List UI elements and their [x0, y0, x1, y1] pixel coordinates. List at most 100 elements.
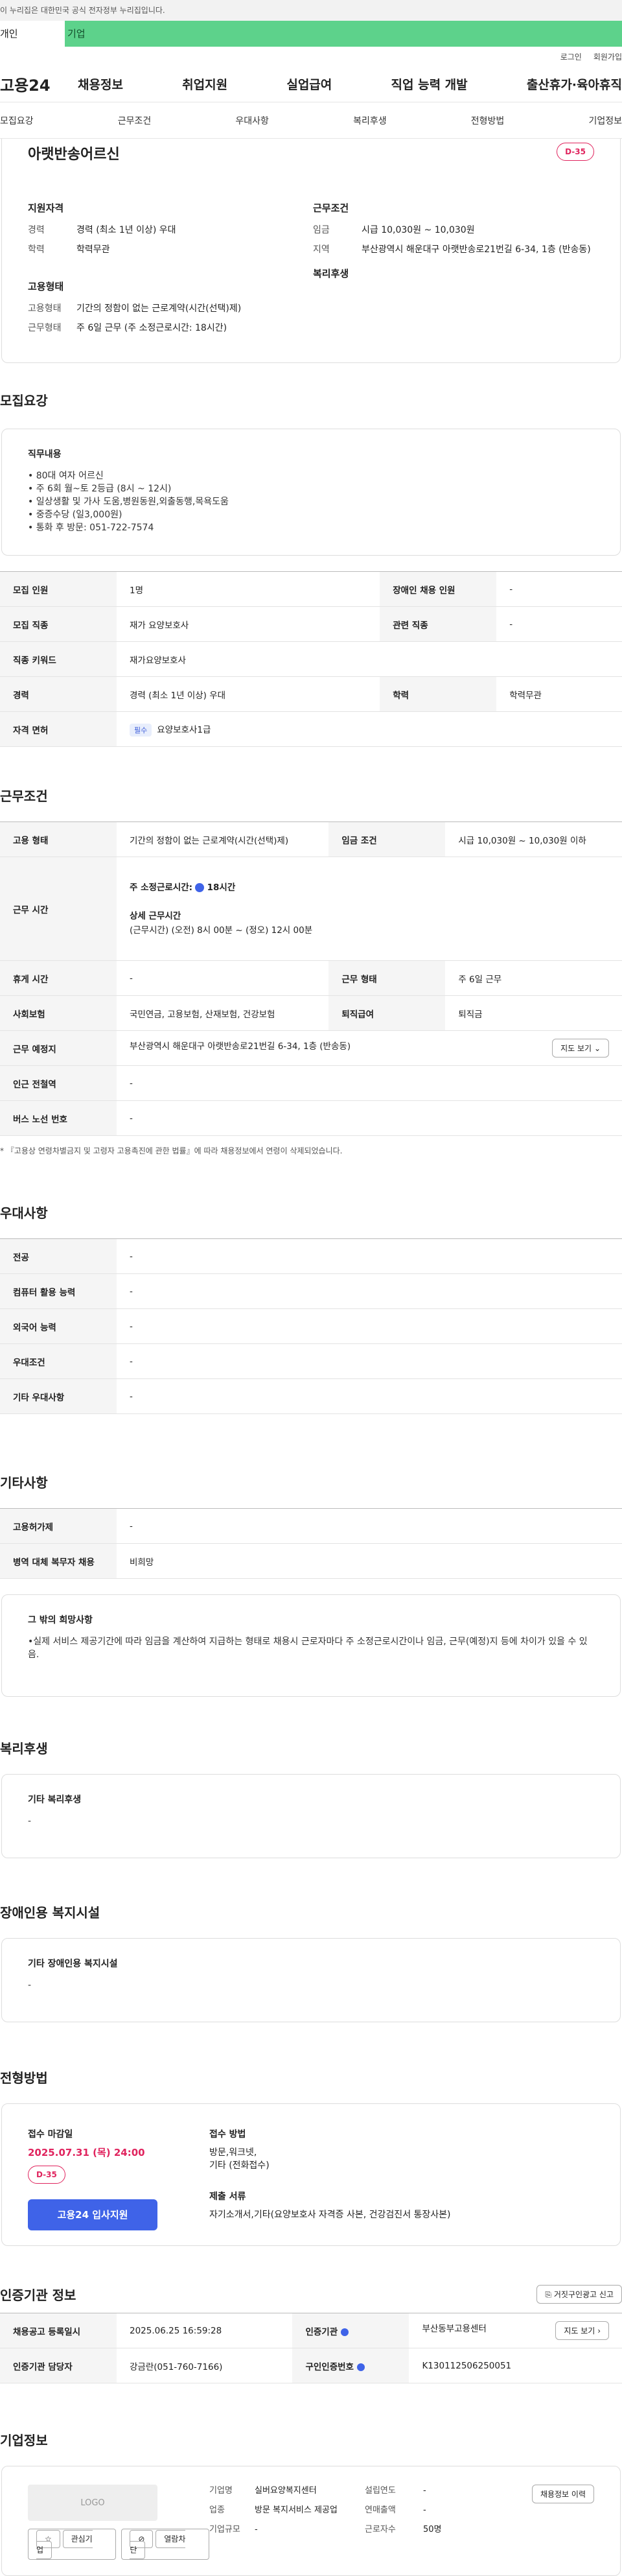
- tab-conditions[interactable]: 근무조건: [118, 114, 152, 127]
- deadline-section: 접수 마감일 2025.07.31 (목) 24:00 D-35 고용24 입사…: [28, 2127, 209, 2230]
- info-icon[interactable]: [195, 882, 205, 892]
- login-link[interactable]: 로그인: [560, 51, 582, 62]
- cell-label: 컴퓨터 활용 능력: [0, 1273, 117, 1309]
- block-view-button[interactable]: ⊘ 열람차단: [121, 2529, 209, 2560]
- welfare-title: 복리후생: [313, 268, 349, 279]
- cell-label: 기타 우대사항: [0, 1378, 117, 1414]
- report-button[interactable]: ⎘ 거짓구인광고 신고: [536, 2285, 622, 2304]
- company-fields-1: 기업명 실버요양복지센터 업종 방문 복지서비스 제공업 기업규모 -: [209, 2485, 365, 2557]
- field-label: 기업규모: [209, 2525, 240, 2535]
- docs-title: 제출 서류: [209, 2192, 246, 2202]
- required-tag: 필수: [130, 723, 152, 737]
- table-row: 경력 경력 (최소 1년 이상) 우대 학력 학력무관: [0, 676, 622, 712]
- cell-label: 인근 전철역: [0, 1065, 117, 1101]
- info-icon[interactable]: [356, 2363, 365, 2371]
- job-line: • 80대 여자 어르신: [28, 471, 104, 481]
- gnb-jobs[interactable]: 채용정보: [78, 75, 123, 93]
- place-value: 부산광역시 해운대구 아랫반송로21번길 6-34, 1층 (반송동): [130, 1041, 351, 1052]
- welfare-section-title: 복리후생: [0, 1741, 48, 1756]
- gnb-training[interactable]: 직업 능력 개발: [391, 75, 468, 93]
- cell-value: 1명: [117, 571, 380, 607]
- emp-type-value: 기간의 정함이 없는 근로계약(시간(선택)제): [76, 303, 242, 314]
- tab-recruit[interactable]: 모집요강: [0, 114, 34, 127]
- table-row: 직종 키워드 재가요양보호사: [0, 641, 622, 677]
- cell-value: 경력 (최소 1년 이상) 우대: [117, 676, 380, 712]
- signup-link[interactable]: 회원가입: [593, 51, 622, 62]
- docs-value: 자기소개서,기타(요양보호사 자격증 사본, 건강검진서 통장사본): [209, 2210, 451, 2220]
- table-row: 휴게 시간 - 근무 형태 주 6일 근무: [0, 960, 622, 996]
- method-line: 방문,워크넷,: [209, 2147, 257, 2158]
- site-logo[interactable]: 고용24: [0, 73, 78, 95]
- job-description-title: 직무내용: [28, 449, 62, 460]
- tab-preferences[interactable]: 우대사항: [235, 114, 269, 127]
- cell-label: 모집 직종: [0, 606, 117, 642]
- table-row: 근무 시간 주 소정근로시간: 18시간 상세 근무시간 (근무시간) (오전)…: [0, 857, 622, 961]
- field-label: 근로자수: [365, 2525, 396, 2535]
- emp-type-label: 고용형태: [28, 303, 62, 314]
- welfare-value: -: [28, 1816, 32, 1826]
- cell-label: 경력: [0, 676, 117, 712]
- cell-label: 근무 시간: [0, 857, 117, 961]
- table-row: 인증기관 담당자 강금란(051-760-7166) 구인인증번호 K130112…: [0, 2348, 622, 2383]
- method-section: 접수 방법 방문,워크넷, 기타 (전화접수) 제출 서류 자기소개서,기타(요…: [209, 2127, 451, 2220]
- tab-enterprise[interactable]: 기업: [65, 21, 622, 47]
- map-button[interactable]: 지도 보기 ⌄: [552, 1039, 609, 1058]
- table-row: 병역 대체 복무자 채용 비희망: [0, 1543, 622, 1579]
- cell-value: 2025.06.25 16:59:28: [117, 2313, 293, 2348]
- qualification-title: 지원자격: [28, 202, 64, 214]
- cell-value: K130112506250051: [409, 2348, 622, 2383]
- weekly-hours-label: 주 소정근로시간:: [130, 882, 193, 893]
- cell-label: 버스 노선 번호: [0, 1100, 117, 1136]
- detail-hours-title: 상세 근무시간: [130, 909, 609, 923]
- auth-org-value: 부산동부고용센터: [422, 2324, 487, 2334]
- cell-label: 임금 조건: [328, 821, 446, 857]
- cell-label: 외국어 능력: [0, 1308, 117, 1344]
- job-title: 아랫반송어르신: [28, 147, 120, 163]
- favorite-company-button[interactable]: ☆ 관심기업: [28, 2529, 117, 2560]
- cell-value: -: [117, 960, 329, 996]
- job-description-box: 직무내용 • 80대 여자 어르신 • 주 6회 월~토 2등급 (8시 ~ 1…: [1, 429, 621, 556]
- tab-selection[interactable]: 전형방법: [471, 114, 505, 127]
- chevron-down-icon: ⌄: [593, 1044, 601, 1053]
- cell-label: 사회보험: [0, 995, 117, 1031]
- table-row: 고용 형태 기간의 정함이 없는 근로계약(시간(선택)제) 임금 조건 시급 10…: [0, 821, 622, 857]
- cell-value: -: [117, 1508, 622, 1544]
- gnb-unemployment[interactable]: 실업급여: [286, 75, 332, 93]
- work-form-value: 주 6일 근무 (주 소정근로시간: 18시간): [76, 323, 227, 333]
- table-row: 버스 노선 번호 -: [0, 1100, 622, 1136]
- page-tabs: 모집요강 근무조건 우대사항 복리후생 전형방법 기업정보: [0, 102, 622, 139]
- apply-button[interactable]: 고용24 입사지원: [28, 2199, 157, 2230]
- job-line: • 통화 후 방문: 051-722-7574: [28, 523, 154, 533]
- cell-value: 학력무관: [496, 676, 622, 712]
- tab-welfare[interactable]: 복리후생: [353, 114, 387, 127]
- pref-table: 전공 - 컴퓨터 활용 능력 - 외국어 능력 - 우대조건 - 기타 우대사항 -: [0, 1238, 622, 1414]
- method-title: 접수 방법: [209, 2129, 246, 2140]
- cell-label: 모집 인원: [0, 571, 117, 607]
- job-line: • 중증수당 (일3,000원): [28, 510, 122, 520]
- cell-value: -: [117, 1378, 622, 1414]
- gnb-employment-support[interactable]: 취업지원: [182, 75, 227, 93]
- license-value: 요양보호사1급: [157, 724, 211, 735]
- report-icon: ⎘: [545, 2290, 552, 2299]
- cell-label: 고용 형태: [0, 821, 117, 857]
- table-row: 컴퓨터 활용 능력 -: [0, 1273, 622, 1309]
- company-logo: LOGO: [28, 2485, 157, 2521]
- etc-section-title: 기타사항: [0, 1475, 48, 1491]
- cell-value: 주 6일 근무: [445, 960, 622, 996]
- table-row: 사회보험 국민연금, 고용보험, 산재보험, 건강보험 퇴직급여 퇴직금: [0, 995, 622, 1031]
- cell-label: 전공: [0, 1238, 117, 1274]
- career-value: 경력 (최소 1년 이상) 우대: [76, 225, 176, 235]
- job-history-button[interactable]: 채용정보 이력: [531, 2485, 594, 2503]
- recruit-section-title: 모집요강: [0, 393, 48, 408]
- employment-type-title: 고용형태: [28, 281, 64, 292]
- conditions-section-title: 근무조건: [0, 788, 48, 804]
- cell-label: 휴게 시간: [0, 960, 117, 996]
- cell-label: 고용허가제: [0, 1508, 117, 1544]
- auth-map-button[interactable]: 지도 보기 ›: [555, 2321, 609, 2340]
- tab-company[interactable]: 기업정보: [588, 114, 622, 127]
- info-icon[interactable]: [340, 2328, 349, 2336]
- cell-label: 우대조건: [0, 1343, 117, 1379]
- gnb-leave[interactable]: 출산휴가·육아휴직: [527, 75, 622, 93]
- tab-personal[interactable]: 개인: [0, 21, 65, 47]
- welfare-box: 기타 복리후생 -: [1, 1774, 621, 1858]
